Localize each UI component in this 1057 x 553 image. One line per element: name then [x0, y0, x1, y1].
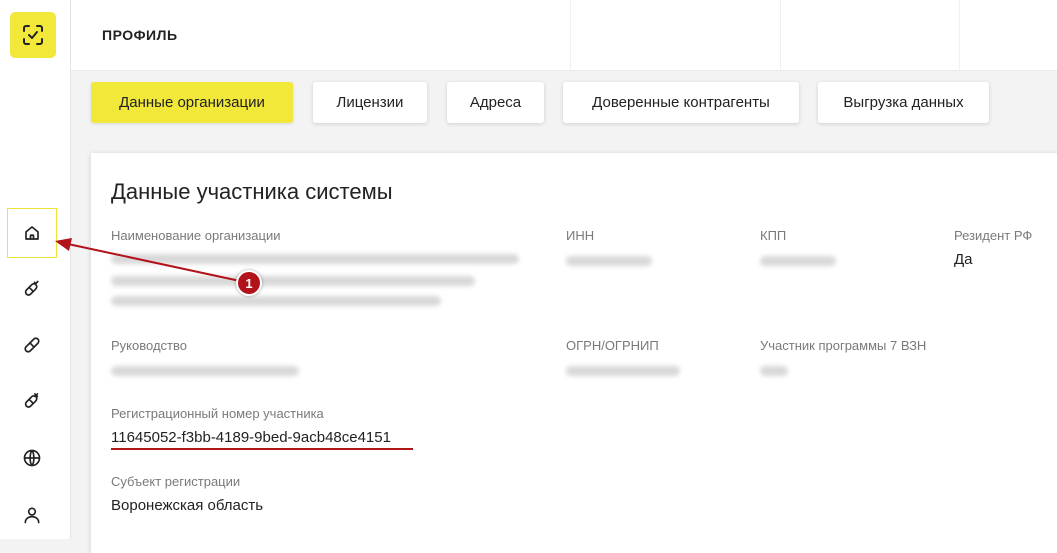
tab-organization-data[interactable]: Данные организации — [91, 82, 293, 123]
org-name-value-redacted — [111, 296, 441, 306]
reg-number-value: 11645052-f3bb-4189-9bed-9acb48ce4151 — [111, 429, 391, 446]
subject-value: Воронежская область — [111, 497, 264, 514]
org-name-value-redacted — [111, 276, 475, 286]
pill-check-icon — [24, 280, 39, 296]
inn-label: ИНН — [566, 228, 595, 243]
sidebar-item-globe[interactable] — [7, 433, 57, 483]
management-label: Руководство — [111, 338, 187, 353]
sidebar-item-pill[interactable] — [7, 320, 57, 370]
tab-addresses[interactable]: Адреса — [447, 82, 544, 123]
kpp-value-redacted — [760, 256, 836, 266]
header-divider — [959, 0, 960, 70]
sidebar-item-pill-x[interactable] — [7, 376, 57, 426]
highlight-underline — [111, 448, 413, 450]
subject-label: Субъект регистрации — [111, 474, 241, 489]
program-value-redacted — [760, 366, 788, 376]
program-label: Участник программы 7 ВЗН — [760, 338, 927, 353]
sidebar-item-home[interactable] — [7, 208, 57, 258]
ogrn-value-redacted — [566, 366, 680, 376]
org-name-value-redacted — [111, 254, 519, 264]
home-icon — [25, 226, 39, 240]
tab-trusted-contractors[interactable]: Доверенные контрагенты — [563, 82, 799, 123]
header-divider — [570, 0, 571, 70]
pill-x-icon — [24, 393, 39, 408]
org-name-label: Наименование организации — [111, 228, 281, 243]
tab-licenses[interactable]: Лицензии — [313, 82, 427, 123]
header-divider — [780, 0, 781, 70]
annotation-badge: 1 — [236, 270, 262, 296]
scan-check-icon — [23, 25, 43, 45]
globe-icon — [23, 449, 41, 467]
page-header: ПРОФИЛЬ — [71, 0, 1057, 71]
pill-icon — [24, 337, 40, 353]
ogrn-label: ОГРН/ОГРНИП — [566, 338, 659, 353]
participant-data-card: Данные участника системы Наименование ор… — [91, 153, 1057, 553]
resident-label: Резидент РФ — [954, 228, 1033, 243]
page-title: ПРОФИЛЬ — [102, 27, 178, 43]
logo[interactable] — [10, 12, 56, 58]
sidebar-item-pill-check[interactable] — [7, 264, 57, 314]
user-icon — [24, 507, 40, 524]
sidebar-item-user[interactable] — [7, 490, 57, 540]
card-title: Данные участника системы — [111, 179, 393, 204]
resident-value: Да — [954, 251, 973, 268]
inn-value-redacted — [566, 256, 652, 266]
sidebar — [0, 0, 71, 539]
management-value-redacted — [111, 366, 299, 376]
kpp-label: КПП — [760, 228, 787, 243]
tab-data-export[interactable]: Выгрузка данных — [818, 82, 989, 123]
reg-number-label: Регистрационный номер участника — [111, 406, 324, 421]
